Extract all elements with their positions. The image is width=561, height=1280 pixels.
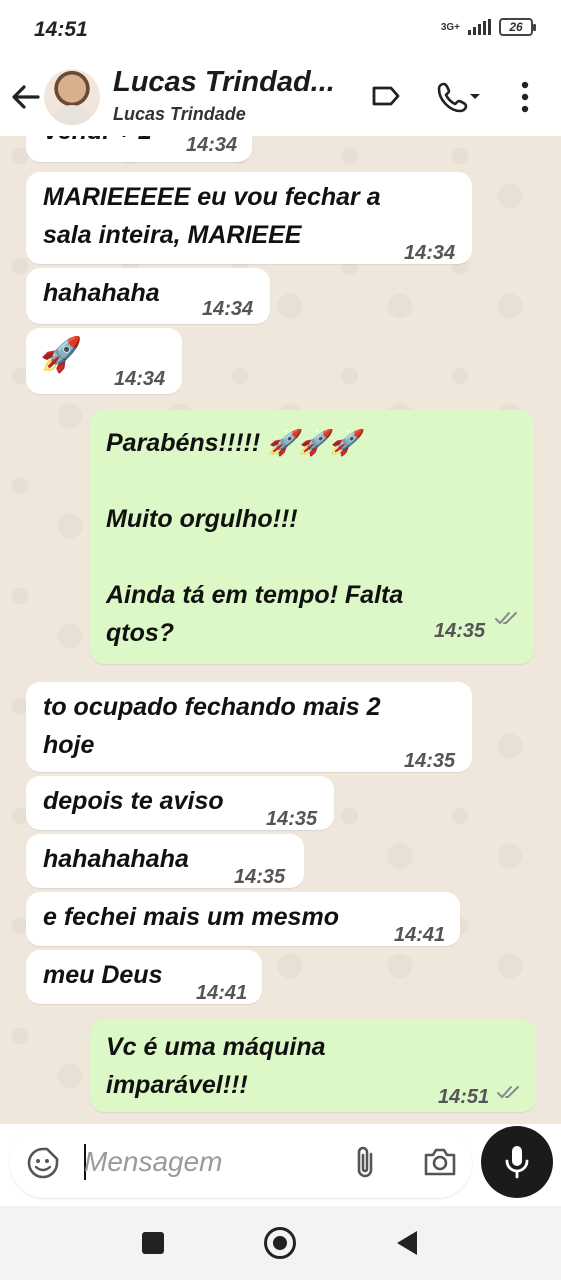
signal-icon xyxy=(468,19,491,35)
network-label: 3G+ xyxy=(440,21,460,33)
message-input-bar[interactable]: Mensagem xyxy=(10,1128,472,1198)
message-input[interactable]: Mensagem xyxy=(84,1146,223,1178)
contact-name[interactable]: Lucas Trindad... xyxy=(113,66,335,99)
more-vert-icon[interactable] xyxy=(518,80,532,119)
message-time: 14:51 xyxy=(438,1086,490,1108)
microphone-icon xyxy=(505,1146,529,1179)
message-time: 14:35 xyxy=(266,808,318,830)
chat-area[interactable]: vendi + 1 14:34 MARIEEEEE eu vou fechar … xyxy=(0,136,561,1124)
message-time: 14:34 xyxy=(404,242,456,264)
message-bubble-incoming[interactable]: depois te aviso 14:35 xyxy=(26,776,334,830)
message-bubble-incoming[interactable]: vendi + 1 14:34 xyxy=(26,136,252,162)
message-time: 14:35 xyxy=(234,866,286,888)
message-text: hahahahaha xyxy=(43,845,189,873)
paperclip-icon[interactable] xyxy=(350,1144,380,1187)
message-time: 14:34 xyxy=(202,298,254,320)
contact-subtitle[interactable]: Lucas Trindade xyxy=(113,104,246,125)
circle-home-icon[interactable] xyxy=(264,1227,296,1259)
rocket-emoji: 🚀 xyxy=(40,336,83,374)
message-text: meu Deus xyxy=(43,961,163,989)
double-check-icon xyxy=(495,612,517,625)
label-tag-icon[interactable] xyxy=(370,80,402,117)
back-arrow-icon[interactable] xyxy=(10,82,42,112)
battery-level: 26 xyxy=(509,20,523,34)
status-time: 14:51 xyxy=(34,18,88,41)
avatar[interactable] xyxy=(44,69,100,125)
status-bar: 14:51 3G+ 26 xyxy=(0,0,561,58)
chat-header: Lucas Trindad... Lucas Trindade xyxy=(0,58,561,136)
message-bubble-outgoing[interactable]: Vc é uma máquina imparável!!! 14:51 xyxy=(90,1020,536,1112)
message-bubble-incoming[interactable]: to ocupado fechando mais 2 hoje 14:35 xyxy=(26,682,472,772)
message-time: 14:35 xyxy=(404,750,456,772)
sticker-emoji-icon[interactable] xyxy=(26,1146,60,1185)
message-bubble-incoming[interactable]: meu Deus 14:41 xyxy=(26,950,262,1004)
message-text: Parabéns!!!!! 🚀🚀🚀 Muito orgulho!!! Ainda… xyxy=(106,429,404,647)
message-text: e fechei mais um mesmo xyxy=(43,903,339,931)
system-nav-bar xyxy=(0,1206,561,1280)
battery-icon: 26 xyxy=(499,18,536,36)
phone-call-icon[interactable] xyxy=(436,80,484,119)
message-bubble-incoming[interactable]: e fechei mais um mesmo 14:41 xyxy=(26,892,460,946)
square-recents-icon[interactable] xyxy=(142,1232,164,1254)
message-bubble-incoming[interactable]: hahahahaha 14:35 xyxy=(26,834,304,888)
message-time: 14:34 xyxy=(114,368,166,390)
triangle-back-icon[interactable] xyxy=(396,1230,418,1261)
message-bubble-incoming[interactable]: 🚀 14:34 xyxy=(26,328,182,394)
message-text: MARIEEEEE eu vou fechar a sala inteira, … xyxy=(43,183,381,249)
message-bubble-outgoing[interactable]: Parabéns!!!!! 🚀🚀🚀 Muito orgulho!!! Ainda… xyxy=(90,410,534,664)
status-indicators: 3G+ 26 xyxy=(440,18,536,36)
message-bubble-incoming[interactable]: MARIEEEEE eu vou fechar a sala inteira, … xyxy=(26,172,472,264)
message-text: hahahaha xyxy=(43,279,160,307)
camera-icon[interactable] xyxy=(422,1146,458,1183)
message-time: 14:41 xyxy=(394,924,446,946)
microphone-button[interactable] xyxy=(481,1126,553,1198)
message-time: 14:34 xyxy=(186,136,238,156)
message-text: depois te aviso xyxy=(43,787,224,815)
double-check-icon xyxy=(497,1086,519,1099)
message-time: 14:35 xyxy=(434,620,486,642)
message-text: vendi + 1 xyxy=(44,136,152,150)
message-bubble-incoming[interactable]: hahahaha 14:34 xyxy=(26,268,270,324)
message-text: Vc é uma máquina imparável!!! xyxy=(106,1033,326,1099)
message-text: to ocupado fechando mais 2 hoje xyxy=(43,693,381,759)
message-time: 14:41 xyxy=(196,982,248,1004)
